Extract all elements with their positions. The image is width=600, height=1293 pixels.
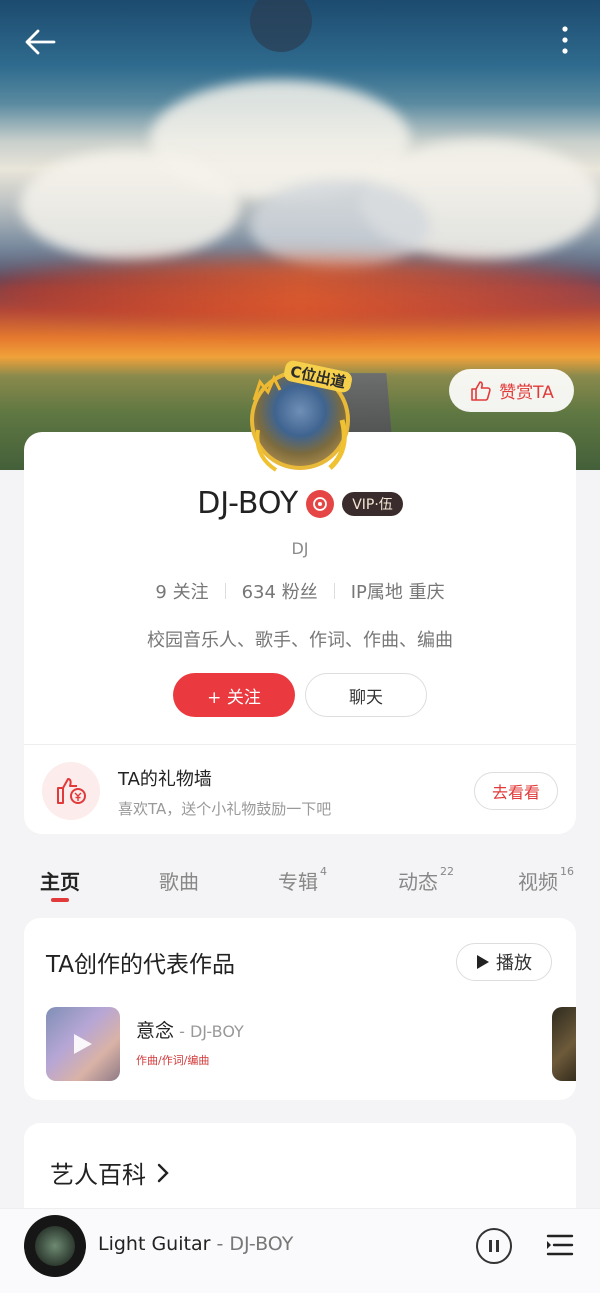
back-button[interactable] bbox=[20, 22, 60, 62]
playlist-button[interactable] bbox=[544, 1229, 576, 1261]
tab-count: 4 bbox=[320, 865, 327, 879]
works-title: TA创作的代表作品 bbox=[46, 952, 235, 978]
player-track-title: Light Guitar bbox=[98, 1233, 211, 1255]
player-track-info[interactable]: Light Guitar - DJ-BOY bbox=[98, 1233, 293, 1255]
profile-stats: 9 关注 634 粉丝 IP属地 重庆 bbox=[24, 578, 576, 604]
gift-wall-desc: 喜欢TA，送个小礼物鼓励一下吧 bbox=[118, 800, 332, 818]
ip-location: IP属地 重庆 bbox=[350, 582, 445, 603]
play-icon bbox=[477, 955, 489, 969]
profile-name: DJ-BOY bbox=[197, 486, 299, 521]
song-title-row[interactable]: 意念 - DJ-BOY bbox=[136, 1016, 244, 1043]
gift-wall-title: TA的礼物墙 bbox=[118, 769, 212, 790]
profile-card: DJ-BOY VIP·伍 DJ 9 关注 634 粉丝 IP属地 重庆 校园音乐… bbox=[24, 432, 576, 834]
music-note-icon bbox=[313, 496, 328, 511]
tab-label: 动态 bbox=[398, 870, 438, 894]
song-cover[interactable] bbox=[46, 1007, 120, 1081]
mini-player[interactable]: Light Guitar - DJ-BOY bbox=[0, 1208, 600, 1293]
tab-albums[interactable]: 专辑 4 bbox=[278, 865, 327, 895]
player-artist: - DJ-BOY bbox=[210, 1233, 294, 1255]
tab-label: 专辑 bbox=[278, 870, 318, 894]
tab-home[interactable]: 主页 bbox=[40, 866, 80, 895]
tab-activity[interactable]: 动态 22 bbox=[398, 865, 454, 895]
moon-shape bbox=[250, 0, 312, 52]
song-artist: - DJ-BOY bbox=[174, 1022, 244, 1041]
play-all-label: 播放 bbox=[496, 953, 532, 974]
name-row: DJ-BOY VIP·伍 bbox=[24, 486, 576, 521]
tab-label: 视频 bbox=[518, 870, 558, 894]
song-title: 意念 bbox=[136, 1020, 175, 1042]
vip-badge[interactable]: VIP·伍 bbox=[342, 491, 403, 516]
wiki-title-row[interactable]: 艺人百科 bbox=[50, 1155, 170, 1190]
tab-songs[interactable]: 歌曲 bbox=[159, 866, 199, 895]
tab-count: 16 bbox=[560, 865, 574, 879]
followers-count[interactable]: 634 粉丝 bbox=[242, 578, 318, 604]
chat-button[interactable]: 聊天 bbox=[305, 673, 427, 717]
thumbs-up-coin-icon bbox=[57, 778, 86, 804]
stats-divider bbox=[333, 583, 335, 599]
follow-button[interactable]: + 关注 bbox=[173, 673, 295, 717]
play-all-button[interactable]: 播放 bbox=[456, 943, 552, 981]
more-button[interactable] bbox=[548, 20, 582, 60]
wiki-title: 艺人百科 bbox=[50, 1161, 146, 1189]
song-role-tags: 作曲/作词/编曲 bbox=[136, 1054, 210, 1067]
representative-works-card: TA创作的代表作品 播放 意念 - DJ-BOY 作曲/作词/编曲 bbox=[24, 918, 576, 1100]
next-song-cover[interactable] bbox=[552, 1007, 576, 1081]
following-count[interactable]: 9 关注 bbox=[155, 578, 208, 604]
playlist-icon bbox=[546, 1234, 574, 1256]
pause-icon bbox=[489, 1240, 492, 1252]
gift-wall-row[interactable]: TA的礼物墙 喜欢TA，送个小礼物鼓励一下吧 去看看 bbox=[24, 745, 576, 833]
tab-label: 主页 bbox=[40, 870, 80, 894]
back-arrow-icon bbox=[25, 29, 56, 55]
gift-icon bbox=[42, 762, 100, 820]
stats-divider bbox=[224, 583, 226, 599]
thumbs-up-icon bbox=[471, 380, 491, 401]
chevron-right-icon bbox=[157, 1163, 169, 1182]
profile-actions: + 关注 聊天 bbox=[24, 673, 576, 717]
avatar-container[interactable]: C位出道 bbox=[246, 359, 354, 474]
reward-button[interactable]: 赞赏TA bbox=[449, 369, 574, 412]
musician-badge[interactable] bbox=[306, 489, 335, 518]
profile-subtitle: DJ bbox=[291, 539, 309, 558]
play-icon bbox=[74, 1034, 92, 1054]
gift-view-button[interactable]: 去看看 bbox=[474, 772, 558, 810]
profile-bio: 校园音乐人、歌手、作词、作曲、编曲 bbox=[147, 630, 453, 651]
tab-videos[interactable]: 视频 16 bbox=[518, 865, 574, 895]
player-album-cover[interactable] bbox=[24, 1215, 86, 1277]
pause-button[interactable] bbox=[476, 1228, 512, 1264]
tab-indicator bbox=[51, 898, 69, 902]
profile-tabs: 主页 歌曲 专辑 4 动态 22 视频 16 bbox=[0, 858, 600, 908]
reward-label: 赞赏TA bbox=[499, 383, 554, 403]
tab-label: 歌曲 bbox=[159, 870, 199, 894]
tab-count: 22 bbox=[440, 865, 454, 879]
more-vert-icon bbox=[562, 26, 568, 54]
